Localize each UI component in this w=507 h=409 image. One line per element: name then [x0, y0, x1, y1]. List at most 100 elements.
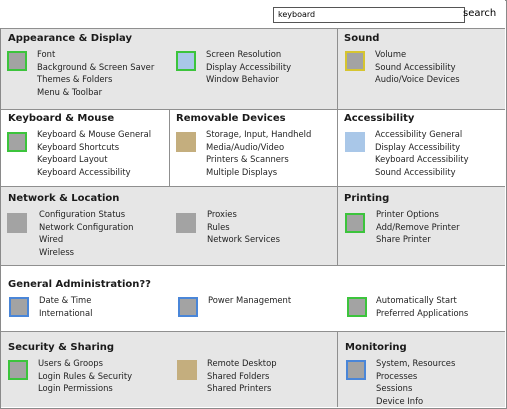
link-users-groops[interactable]: Users & Groops	[38, 357, 132, 370]
link-sound-accessibility[interactable]: Sound Accessibility	[375, 61, 460, 74]
column-divider	[169, 110, 170, 186]
link-system-resources[interactable]: System, Resources	[376, 357, 455, 370]
keyboard-mouse-icon[interactable]	[7, 132, 27, 152]
section-title-general-administration[interactable]: General Administration??	[8, 278, 151, 291]
power-management-icon[interactable]	[178, 297, 198, 317]
link-wireless[interactable]: Wireless	[39, 246, 133, 259]
link-screen-resolution[interactable]: Screen Resolution	[206, 48, 291, 61]
section-title-monitoring[interactable]: Monitoring	[345, 341, 407, 354]
link-device-info[interactable]: Device Info	[376, 395, 455, 408]
speaker-icon[interactable]	[345, 51, 365, 71]
link-share-printer[interactable]: Share Printer	[376, 233, 460, 246]
link-themes-folders[interactable]: Themes & Folders	[37, 73, 154, 86]
sharing-icon[interactable]	[177, 360, 197, 380]
link-keyboard-shortcuts[interactable]: Keyboard Shortcuts	[37, 141, 151, 154]
link-processes[interactable]: Processes	[376, 370, 455, 383]
accessibility-icon[interactable]	[345, 132, 365, 152]
search-input[interactable]	[273, 7, 465, 23]
link-printers-scanners[interactable]: Printers & Scanners	[206, 153, 311, 166]
link-display-accessibility-2[interactable]: Display Accessibility	[375, 141, 469, 154]
monitoring-icon[interactable]	[346, 360, 366, 380]
link-background-screen-saver[interactable]: Background & Screen Saver	[37, 61, 154, 74]
section-title-removable-devices[interactable]: Removable Devices	[176, 112, 286, 125]
link-menu-toolbar[interactable]: Menu & Toolbar	[37, 86, 154, 99]
link-preferred-applications[interactable]: Preferred Applications	[376, 307, 468, 320]
section-title-sound[interactable]: Sound	[344, 32, 379, 45]
column-divider	[337, 29, 338, 109]
link-add-remove-printer[interactable]: Add/Remove Printer	[376, 221, 460, 234]
link-proxies[interactable]: Proxies	[207, 208, 280, 221]
link-date-time[interactable]: Date & Time	[39, 294, 92, 307]
link-window-behavior[interactable]: Window Behavior	[206, 73, 291, 86]
link-keyboard-layout[interactable]: Keyboard Layout	[37, 153, 151, 166]
link-rules[interactable]: Rules	[207, 221, 280, 234]
appearance-display-icon[interactable]	[7, 51, 27, 71]
security-links-col2: Remote Desktop Shared Folders Shared Pri…	[207, 357, 277, 395]
link-storage-input-handheld[interactable]: Storage, Input, Handheld	[206, 128, 311, 141]
link-login-rules-security[interactable]: Login Rules & Security	[38, 370, 132, 383]
screen-display-icon[interactable]	[176, 51, 196, 71]
monitoring-links: System, Resources Processes Sessions Dev…	[376, 357, 455, 407]
printing-links: Printer Options Add/Remove Printer Share…	[376, 208, 460, 246]
removable-devices-links: Storage, Input, Handheld Media/Audio/Vid…	[206, 128, 311, 178]
general-admin-links-col2: Power Management	[208, 294, 291, 307]
network-links-col1: Configuration Status Network Configurati…	[39, 208, 133, 258]
link-keyboard-accessibility-2[interactable]: Keyboard Accessibility	[375, 153, 469, 166]
row-keyboard-removable-accessibility: Keyboard & Mouse Keyboard & Mouse Genera…	[1, 110, 505, 186]
general-admin-links-col3: Automatically Start Preferred Applicatio…	[376, 294, 468, 319]
removable-devices-icon[interactable]	[176, 132, 196, 152]
column-divider	[337, 332, 338, 407]
accessibility-links: Accessibility General Display Accessibil…	[375, 128, 469, 178]
section-title-appearance-display[interactable]: Appearance & Display	[8, 32, 132, 45]
link-login-permissions[interactable]: Login Permissions	[38, 382, 132, 395]
link-remote-desktop[interactable]: Remote Desktop	[207, 357, 277, 370]
security-icon[interactable]	[8, 360, 28, 380]
sound-links: Volume Sound Accessibility Audio/Voice D…	[375, 48, 460, 86]
row-network-printing: Network & Location Configuration Status …	[1, 187, 505, 265]
link-configuration-status[interactable]: Configuration Status	[39, 208, 133, 221]
link-network-services[interactable]: Network Services	[207, 233, 280, 246]
link-keyboard-mouse-general[interactable]: Keyboard & Mouse General	[37, 128, 151, 141]
startup-applications-icon[interactable]	[347, 297, 367, 317]
proxies-icon[interactable]	[176, 213, 196, 233]
keyboard-mouse-links: Keyboard & Mouse General Keyboard Shortc…	[37, 128, 151, 178]
link-power-management[interactable]: Power Management	[208, 294, 291, 307]
section-title-printing[interactable]: Printing	[344, 192, 389, 205]
date-time-icon[interactable]	[9, 297, 29, 317]
section-title-security-sharing[interactable]: Security & Sharing	[8, 341, 114, 354]
link-shared-folders[interactable]: Shared Folders	[207, 370, 277, 383]
link-volume[interactable]: Volume	[375, 48, 460, 61]
link-shared-printers[interactable]: Shared Printers	[207, 382, 277, 395]
link-media-audio-video[interactable]: Media/Audio/Video	[206, 141, 311, 154]
printer-icon[interactable]	[345, 213, 365, 233]
appearance-links-col1: Font Background & Screen Saver Themes & …	[37, 48, 154, 98]
section-title-accessibility[interactable]: Accessibility	[344, 112, 414, 125]
link-keyboard-accessibility[interactable]: Keyboard Accessibility	[37, 166, 151, 179]
row-security-monitoring: Security & Sharing Users & Groops Login …	[1, 332, 505, 407]
search-button[interactable]: search	[463, 6, 496, 22]
link-font[interactable]: Font	[37, 48, 154, 61]
link-automatically-start[interactable]: Automatically Start	[376, 294, 468, 307]
column-divider	[337, 110, 338, 186]
search-bar: search	[0, 0, 505, 28]
divider	[1, 265, 505, 266]
link-printer-options[interactable]: Printer Options	[376, 208, 460, 221]
network-links-col2: Proxies Rules Network Services	[207, 208, 280, 246]
appearance-links-col2: Screen Resolution Display Accessibility …	[206, 48, 291, 86]
link-network-configuration[interactable]: Network Configuration	[39, 221, 133, 234]
section-title-keyboard-mouse[interactable]: Keyboard & Mouse	[8, 112, 114, 125]
link-wired[interactable]: Wired	[39, 233, 133, 246]
link-multiple-displays[interactable]: Multiple Displays	[206, 166, 311, 179]
link-audio-voice-devices[interactable]: Audio/Voice Devices	[375, 73, 460, 86]
column-divider	[337, 187, 338, 265]
link-display-accessibility[interactable]: Display Accessibility	[206, 61, 291, 74]
link-international[interactable]: International	[39, 307, 92, 320]
link-accessibility-general[interactable]: Accessibility General	[375, 128, 469, 141]
link-sound-accessibility-2[interactable]: Sound Accessibility	[375, 166, 469, 179]
row-appearance-sound: Appearance & Display Font Background & S…	[1, 29, 505, 109]
general-admin-links-col1: Date & Time International	[39, 294, 92, 319]
section-title-network-location[interactable]: Network & Location	[8, 192, 119, 205]
network-icon[interactable]	[7, 213, 27, 233]
link-sessions[interactable]: Sessions	[376, 382, 455, 395]
row-general-administration: General Administration?? Date & Time Int…	[1, 270, 505, 330]
